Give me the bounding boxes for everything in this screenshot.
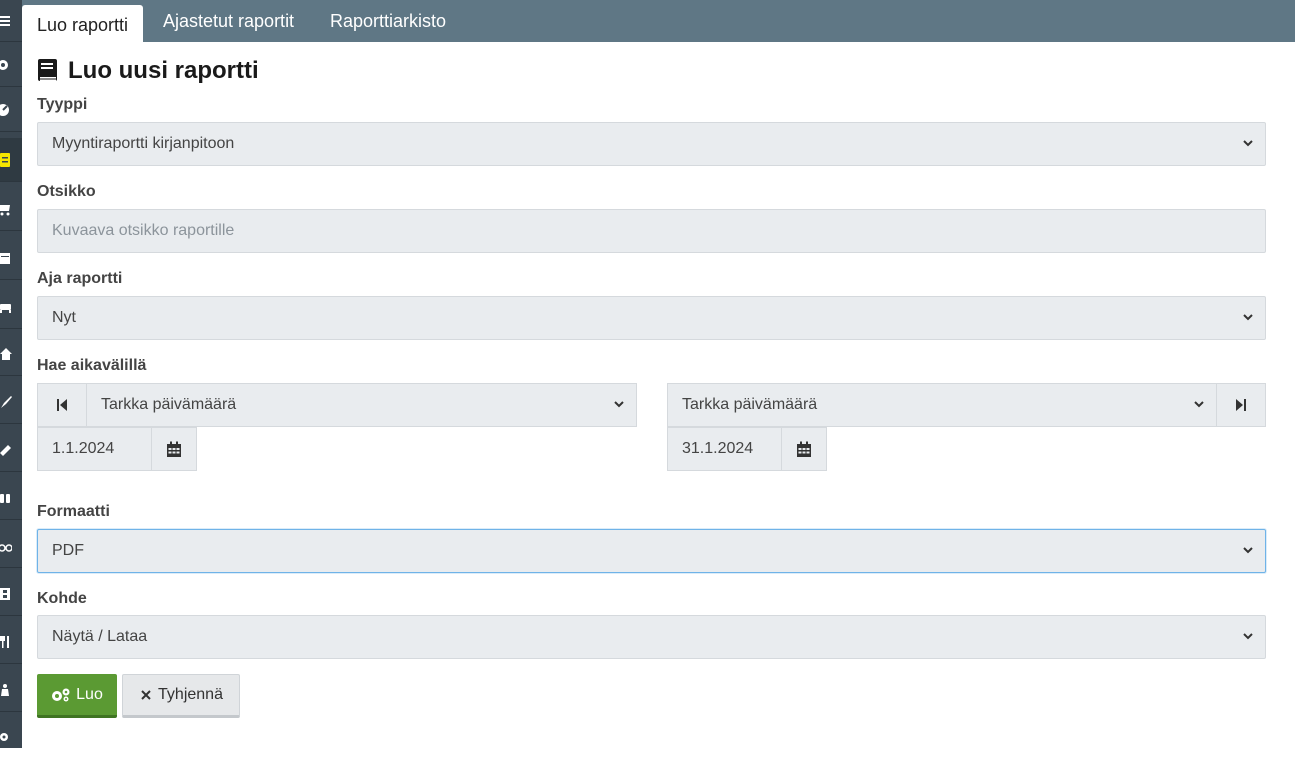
type-select-value: Myyntiraportti kirjanpitoon [52, 135, 235, 152]
brush-icon[interactable] [0, 380, 22, 424]
sidebar [0, 0, 22, 748]
close-icon [141, 690, 151, 700]
tab-report-archive[interactable]: Raporttiarkisto [315, 0, 461, 42]
film-icon[interactable] [0, 572, 22, 616]
calendar-icon[interactable] [0, 236, 22, 280]
range-end-mode-select[interactable]: Tarkka päivämäärä [667, 383, 1217, 427]
calendar-icon[interactable] [151, 428, 196, 470]
book-icon [38, 59, 57, 81]
tab-scheduled-reports[interactable]: Ajastetut raportit [148, 0, 309, 42]
range-start-mode-value: Tarkka päivämäärä [101, 396, 237, 413]
create-button[interactable]: Luo [37, 674, 117, 718]
end-date-value: 31.1.2024 [682, 440, 754, 457]
range-end-mode-value: Tarkka päivämäärä [682, 396, 818, 413]
title-label: Otsikko [37, 183, 96, 200]
reports-icon[interactable] [0, 138, 22, 182]
bicycle-icon[interactable] [0, 524, 22, 568]
settings-icon[interactable] [0, 43, 22, 87]
cart-icon[interactable] [0, 187, 22, 231]
dashboard-icon[interactable] [0, 88, 22, 132]
format-select-value: PDF [52, 542, 84, 559]
format-select[interactable]: PDF [37, 529, 1266, 573]
range-end-button[interactable] [1216, 383, 1266, 427]
step-backward-icon [57, 399, 67, 411]
binoculars-icon[interactable] [0, 476, 22, 520]
run-select[interactable]: Nyt [37, 296, 1266, 340]
page-title: Luo uusi raportti [37, 56, 259, 86]
clear-button-label: Tyhjennä [158, 686, 223, 703]
run-label: Aja raportti [37, 270, 123, 287]
run-select-value: Nyt [52, 309, 76, 326]
menu-icon[interactable] [0, 0, 22, 42]
bed-icon[interactable] [0, 285, 22, 329]
range-start-button[interactable] [37, 383, 87, 427]
calendar-icon[interactable] [781, 428, 826, 470]
chevron-down-icon [1194, 401, 1204, 408]
range-start-mode-select[interactable]: Tarkka päivämäärä [86, 383, 637, 427]
start-date-field[interactable]: 1.1.2024 [37, 427, 197, 471]
target-select-value: Näytä / Lataa [52, 628, 148, 645]
gears-icon [52, 688, 70, 701]
clear-button[interactable]: Tyhjennä [122, 674, 240, 718]
end-date-field[interactable]: 31.1.2024 [667, 427, 827, 471]
range-label: Hae aikavälillä [37, 357, 147, 374]
gears-icon[interactable] [0, 716, 22, 760]
restaurant-icon[interactable] [0, 620, 22, 664]
chevron-down-icon [1243, 140, 1253, 147]
start-date-value: 1.1.2024 [52, 440, 115, 457]
chevron-down-icon [1243, 547, 1253, 554]
title-input-placeholder: Kuvaava otsikko raportille [52, 222, 235, 239]
home-icon[interactable] [0, 332, 22, 376]
target-select[interactable]: Näytä / Lataa [37, 615, 1266, 659]
chevron-down-icon [1243, 314, 1253, 321]
title-input[interactable]: Kuvaava otsikko raportille [37, 209, 1266, 253]
type-select[interactable]: Myyntiraportti kirjanpitoon [37, 122, 1266, 166]
chevron-down-icon [614, 401, 624, 408]
tab-create-report[interactable]: Luo raportti [22, 5, 144, 42]
chevron-down-icon [1243, 633, 1253, 640]
create-button-label: Luo [76, 685, 103, 703]
page-title-text: Luo uusi raportti [68, 57, 259, 84]
type-label: Tyyppi [37, 96, 88, 113]
ruler-icon[interactable] [0, 428, 22, 472]
person-icon[interactable] [0, 668, 22, 712]
step-forward-icon [1236, 399, 1246, 411]
format-label: Formaatti [37, 503, 110, 520]
tab-bar: Luo raportti Ajastetut raportit Raportti… [22, 0, 1295, 42]
target-label: Kohde [37, 590, 87, 607]
